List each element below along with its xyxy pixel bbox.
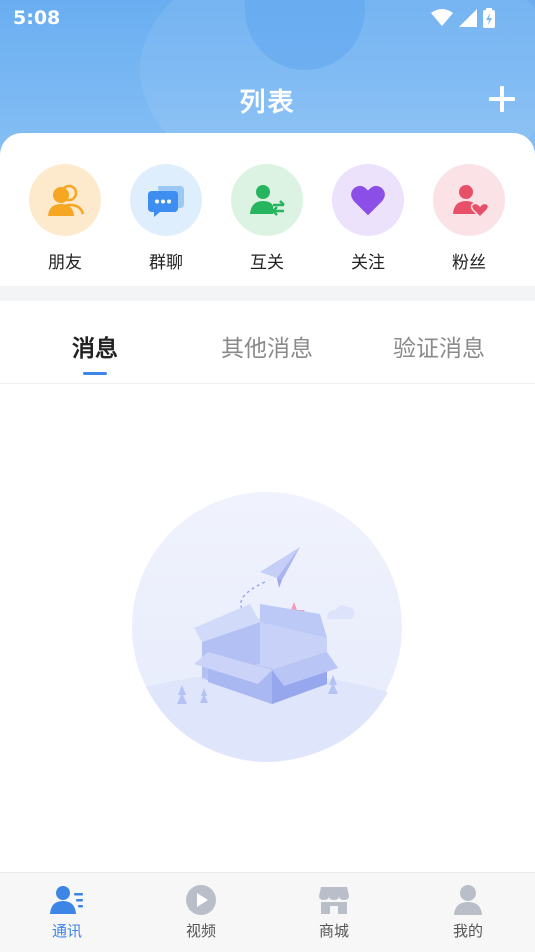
nav-label: 我的 (452, 922, 483, 940)
group-chat-icon (148, 186, 184, 217)
status-time: 5:08 (13, 7, 61, 29)
shortcut-label: 关注 (351, 253, 385, 273)
profile-icon (454, 885, 482, 915)
nav-profile[interactable]: 我的 (428, 883, 508, 941)
shortcut-friends[interactable]: 朋友 (29, 164, 101, 273)
nav-shop[interactable]: 商城 (294, 883, 374, 941)
nav-label: 视频 (185, 922, 216, 940)
wifi-icon (431, 9, 453, 26)
heart-icon (351, 185, 385, 216)
nav-video[interactable]: 视频 (161, 883, 241, 941)
shortcut-follow[interactable]: 关注 (332, 164, 404, 273)
battery-icon (483, 8, 495, 28)
section-divider (0, 286, 535, 301)
bottom-navigation: 通讯 视频 商城 我的 (0, 872, 535, 952)
shortcut-label: 群聊 (149, 253, 183, 273)
contacts-icon (50, 886, 83, 914)
shortcut-label: 互关 (250, 253, 284, 273)
tab-messages[interactable]: 消息 (72, 329, 118, 363)
shortcut-card: 朋友 群聊 互关 关注 粉丝 (0, 133, 535, 286)
nav-label: 商城 (318, 922, 349, 940)
friends-icon (48, 184, 85, 217)
signal-icon (459, 9, 477, 27)
empty-state-illustration (132, 492, 402, 762)
status-bar: 5:08 (0, 0, 535, 38)
video-icon (186, 885, 216, 915)
add-icon[interactable] (487, 84, 517, 114)
tab-verification-messages[interactable]: 验证消息 (393, 329, 485, 363)
nav-label: 通讯 (51, 922, 82, 940)
mutual-follow-icon (250, 185, 285, 216)
shortcut-label: 朋友 (48, 253, 82, 273)
shortcut-fans[interactable]: 粉丝 (433, 164, 505, 273)
nav-contacts[interactable]: 通讯 (27, 883, 107, 941)
fans-icon (453, 185, 489, 219)
shop-icon (319, 887, 349, 914)
page-title: 列表 (239, 88, 296, 118)
shortcut-label: 粉丝 (452, 253, 486, 273)
message-tabs: 消息 其他消息 验证消息 (0, 301, 535, 384)
shortcut-group-chat[interactable]: 群聊 (130, 164, 202, 273)
shortcut-mutual-follow[interactable]: 互关 (231, 164, 303, 273)
tab-other-messages[interactable]: 其他消息 (221, 329, 313, 363)
active-tab-indicator (83, 372, 107, 375)
